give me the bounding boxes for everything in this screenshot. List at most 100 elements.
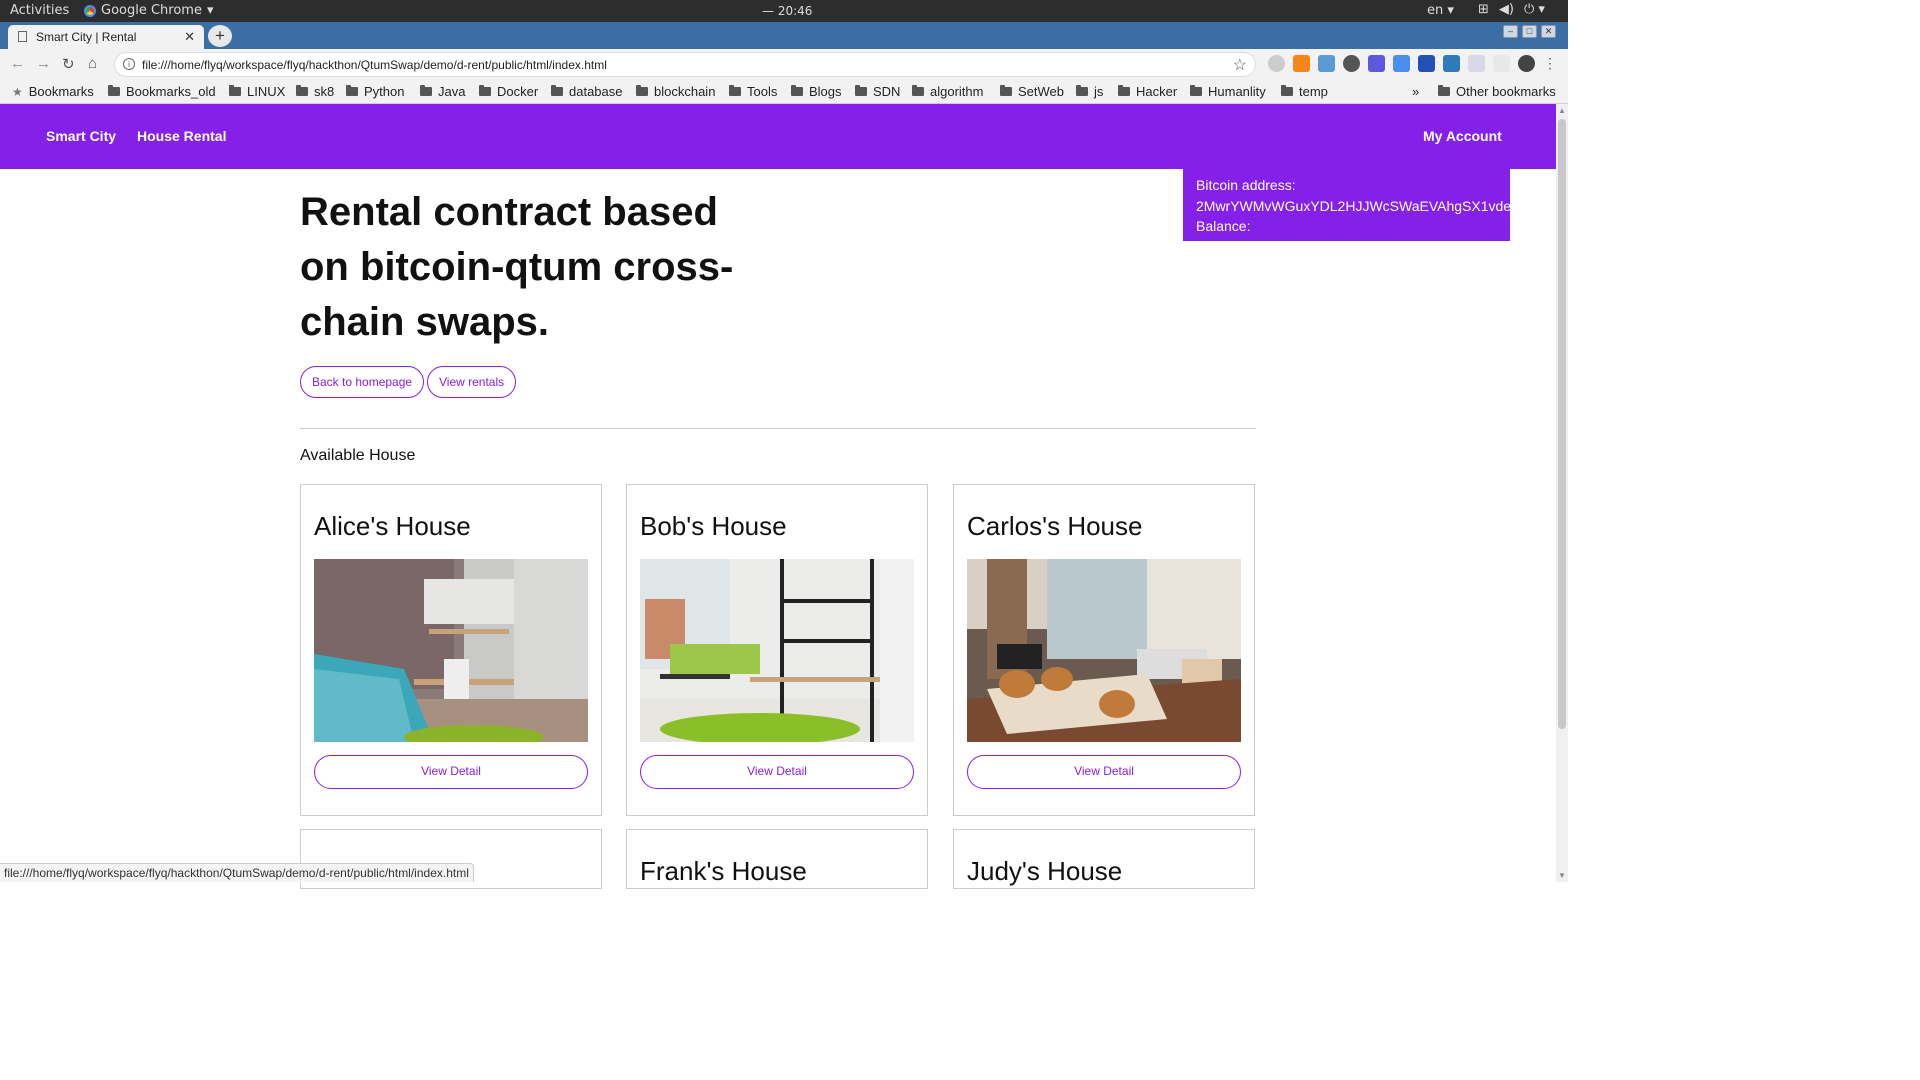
close-tab-icon[interactable]: ✕: [184, 29, 195, 45]
menu-kebab-icon[interactable]: ⋮: [1543, 55, 1560, 72]
back-to-homepage-button[interactable]: Back to homepage: [300, 366, 425, 398]
extension-icon[interactable]: [1268, 55, 1285, 72]
house-card: Carlos's House View Detail: [953, 484, 1255, 816]
bookmark-folder[interactable]: Humanlity: [1190, 84, 1266, 99]
page-scrollbar[interactable]: ▲ ▼: [1556, 104, 1568, 882]
minimize-button[interactable]: –: [1503, 25, 1518, 38]
bookmark-folder[interactable]: Python: [346, 84, 404, 99]
house-photo: [640, 559, 914, 742]
profile-icon[interactable]: [1518, 55, 1535, 72]
extension-icon[interactable]: [1468, 55, 1485, 72]
view-rentals-button[interactable]: View rentals: [427, 366, 517, 398]
bookmark-folder[interactable]: LINUX: [229, 84, 285, 99]
house-card: Alice's House View Detail: [300, 484, 602, 816]
folder-icon: [296, 85, 308, 96]
bookmark-label: algorithm: [930, 84, 984, 99]
reload-icon[interactable]: ↻: [62, 55, 75, 73]
bookmark-label: Blogs: [809, 84, 842, 99]
bookmarks-bar: ★ Bookmarks Bookmarks_old LINUX sk8 Pytho…: [0, 80, 1568, 104]
translate-icon[interactable]: [1393, 55, 1410, 72]
window-controls: – □ ✕: [1503, 25, 1556, 38]
new-tab-button[interactable]: +: [208, 25, 232, 47]
bookmark-item[interactable]: ★ Bookmarks: [12, 84, 94, 99]
address-bar[interactable]: i file:///home/flyq/workspace/flyq/hackt…: [114, 52, 1256, 77]
language-indicator[interactable]: en ▾: [1427, 3, 1454, 18]
folder-icon: [1281, 85, 1293, 96]
bookmark-label: Hacker: [1136, 84, 1178, 99]
extension-icon[interactable]: [1493, 55, 1510, 72]
app-menu[interactable]: Google Chrome ▾: [84, 3, 214, 18]
house-card: Frank's House: [626, 829, 928, 889]
bookmark-folder[interactable]: temp: [1281, 84, 1328, 99]
scroll-up-icon[interactable]: ▲: [1558, 106, 1566, 115]
bookmark-folder[interactable]: Bookmarks_old: [108, 84, 216, 99]
power-icon: ⏻ ▾: [1523, 2, 1545, 17]
bookmark-folder[interactable]: Tools: [729, 84, 777, 99]
house-rental-link[interactable]: House Rental: [137, 128, 226, 144]
my-account-link[interactable]: My Account: [1423, 128, 1502, 144]
extension-icon[interactable]: [1343, 55, 1360, 72]
house-photo: [967, 559, 1241, 742]
folder-icon: [855, 85, 867, 96]
info-icon[interactable]: i: [123, 58, 135, 70]
extension-icon[interactable]: [1443, 55, 1460, 72]
view-detail-button[interactable]: View Detail: [640, 755, 914, 789]
bookmark-folder[interactable]: Docker: [479, 84, 538, 99]
folder-icon: [1000, 85, 1012, 96]
forward-icon[interactable]: →: [36, 55, 51, 72]
extension-icon[interactable]: [1368, 55, 1385, 72]
house-title: Alice's House: [314, 511, 471, 541]
browser-toolbar: ← → ↻ ⌂ i file:///home/flyq/workspace/fl…: [0, 49, 1568, 80]
chrome-icon: [84, 4, 96, 17]
bookmark-folder[interactable]: blockchain: [636, 84, 715, 99]
language-label: en: [1427, 3, 1444, 18]
house-title: Bob's House: [640, 511, 787, 541]
view-detail-button[interactable]: View Detail: [967, 755, 1241, 789]
view-detail-button[interactable]: View Detail: [314, 755, 588, 789]
bookmark-folder[interactable]: Java: [420, 84, 465, 99]
bookmarks-overflow-button[interactable]: »: [1412, 84, 1419, 99]
folder-icon: [791, 85, 803, 96]
page-title: Rental contract based on bitcoin-qtum cr…: [300, 190, 734, 344]
bookmark-folder[interactable]: Hacker: [1118, 84, 1177, 99]
house-title: Frank's House: [640, 856, 807, 886]
close-window-button[interactable]: ✕: [1541, 25, 1556, 38]
bitcoin-address: 2MwrYWMvWGuxYDL2HJJWcSWaEVAhgSX1vde: [1196, 197, 1512, 214]
tab-title: Smart City | Rental: [36, 30, 137, 44]
bookmark-folder[interactable]: database: [551, 84, 623, 99]
bookmark-label: Docker: [497, 84, 539, 99]
browser-tab[interactable]: Smart City | Rental ✕: [8, 25, 204, 49]
bookmark-label: Other bookmarks: [1456, 84, 1556, 99]
other-bookmarks[interactable]: Other bookmarks: [1438, 84, 1556, 99]
extension-icon[interactable]: [1318, 55, 1335, 72]
metamask-icon[interactable]: [1293, 55, 1310, 72]
bookmark-folder[interactable]: Blogs: [791, 84, 842, 99]
bookmark-label: js: [1094, 84, 1104, 99]
bookmark-folder[interactable]: sk8: [296, 84, 334, 99]
address-label: Bitcoin address:: [1196, 177, 1296, 193]
brand-link[interactable]: Smart City: [46, 128, 116, 144]
system-tray[interactable]: ⊞ ◀) ⏻ ▾: [1478, 2, 1545, 17]
scroll-down-icon[interactable]: ▼: [1558, 871, 1566, 880]
house-card: Bob's House View Detail: [626, 484, 928, 816]
folder-icon: [1438, 85, 1450, 96]
scrollbar-thumb[interactable]: [1558, 119, 1566, 729]
activities-button[interactable]: Activities: [10, 3, 69, 18]
bookmark-label: Humanlity: [1208, 84, 1266, 99]
bookmark-star-icon[interactable]: ☆: [1233, 55, 1247, 75]
account-dropdown: Bitcoin address: 2MwrYWMvWGuxYDL2HJJWcSW…: [1183, 169, 1512, 241]
back-icon[interactable]: ←: [10, 55, 25, 72]
bookmark-folder[interactable]: SetWeb: [1000, 84, 1064, 99]
extension-icon[interactable]: [1418, 55, 1435, 72]
bookmark-label: SDN: [873, 84, 901, 99]
extensions-bar: ⋮: [1268, 55, 1560, 72]
bookmark-folder[interactable]: algorithm: [912, 84, 983, 99]
home-icon[interactable]: ⌂: [88, 55, 97, 72]
bookmark-folder[interactable]: SDN: [855, 84, 900, 99]
maximize-button[interactable]: □: [1522, 25, 1537, 38]
bookmark-label: Tools: [747, 84, 778, 99]
bookmark-folder[interactable]: js: [1076, 84, 1103, 99]
clock[interactable]: — 20:46: [762, 4, 812, 18]
divider: [300, 428, 1256, 429]
house-card: Judy's House: [953, 829, 1255, 889]
